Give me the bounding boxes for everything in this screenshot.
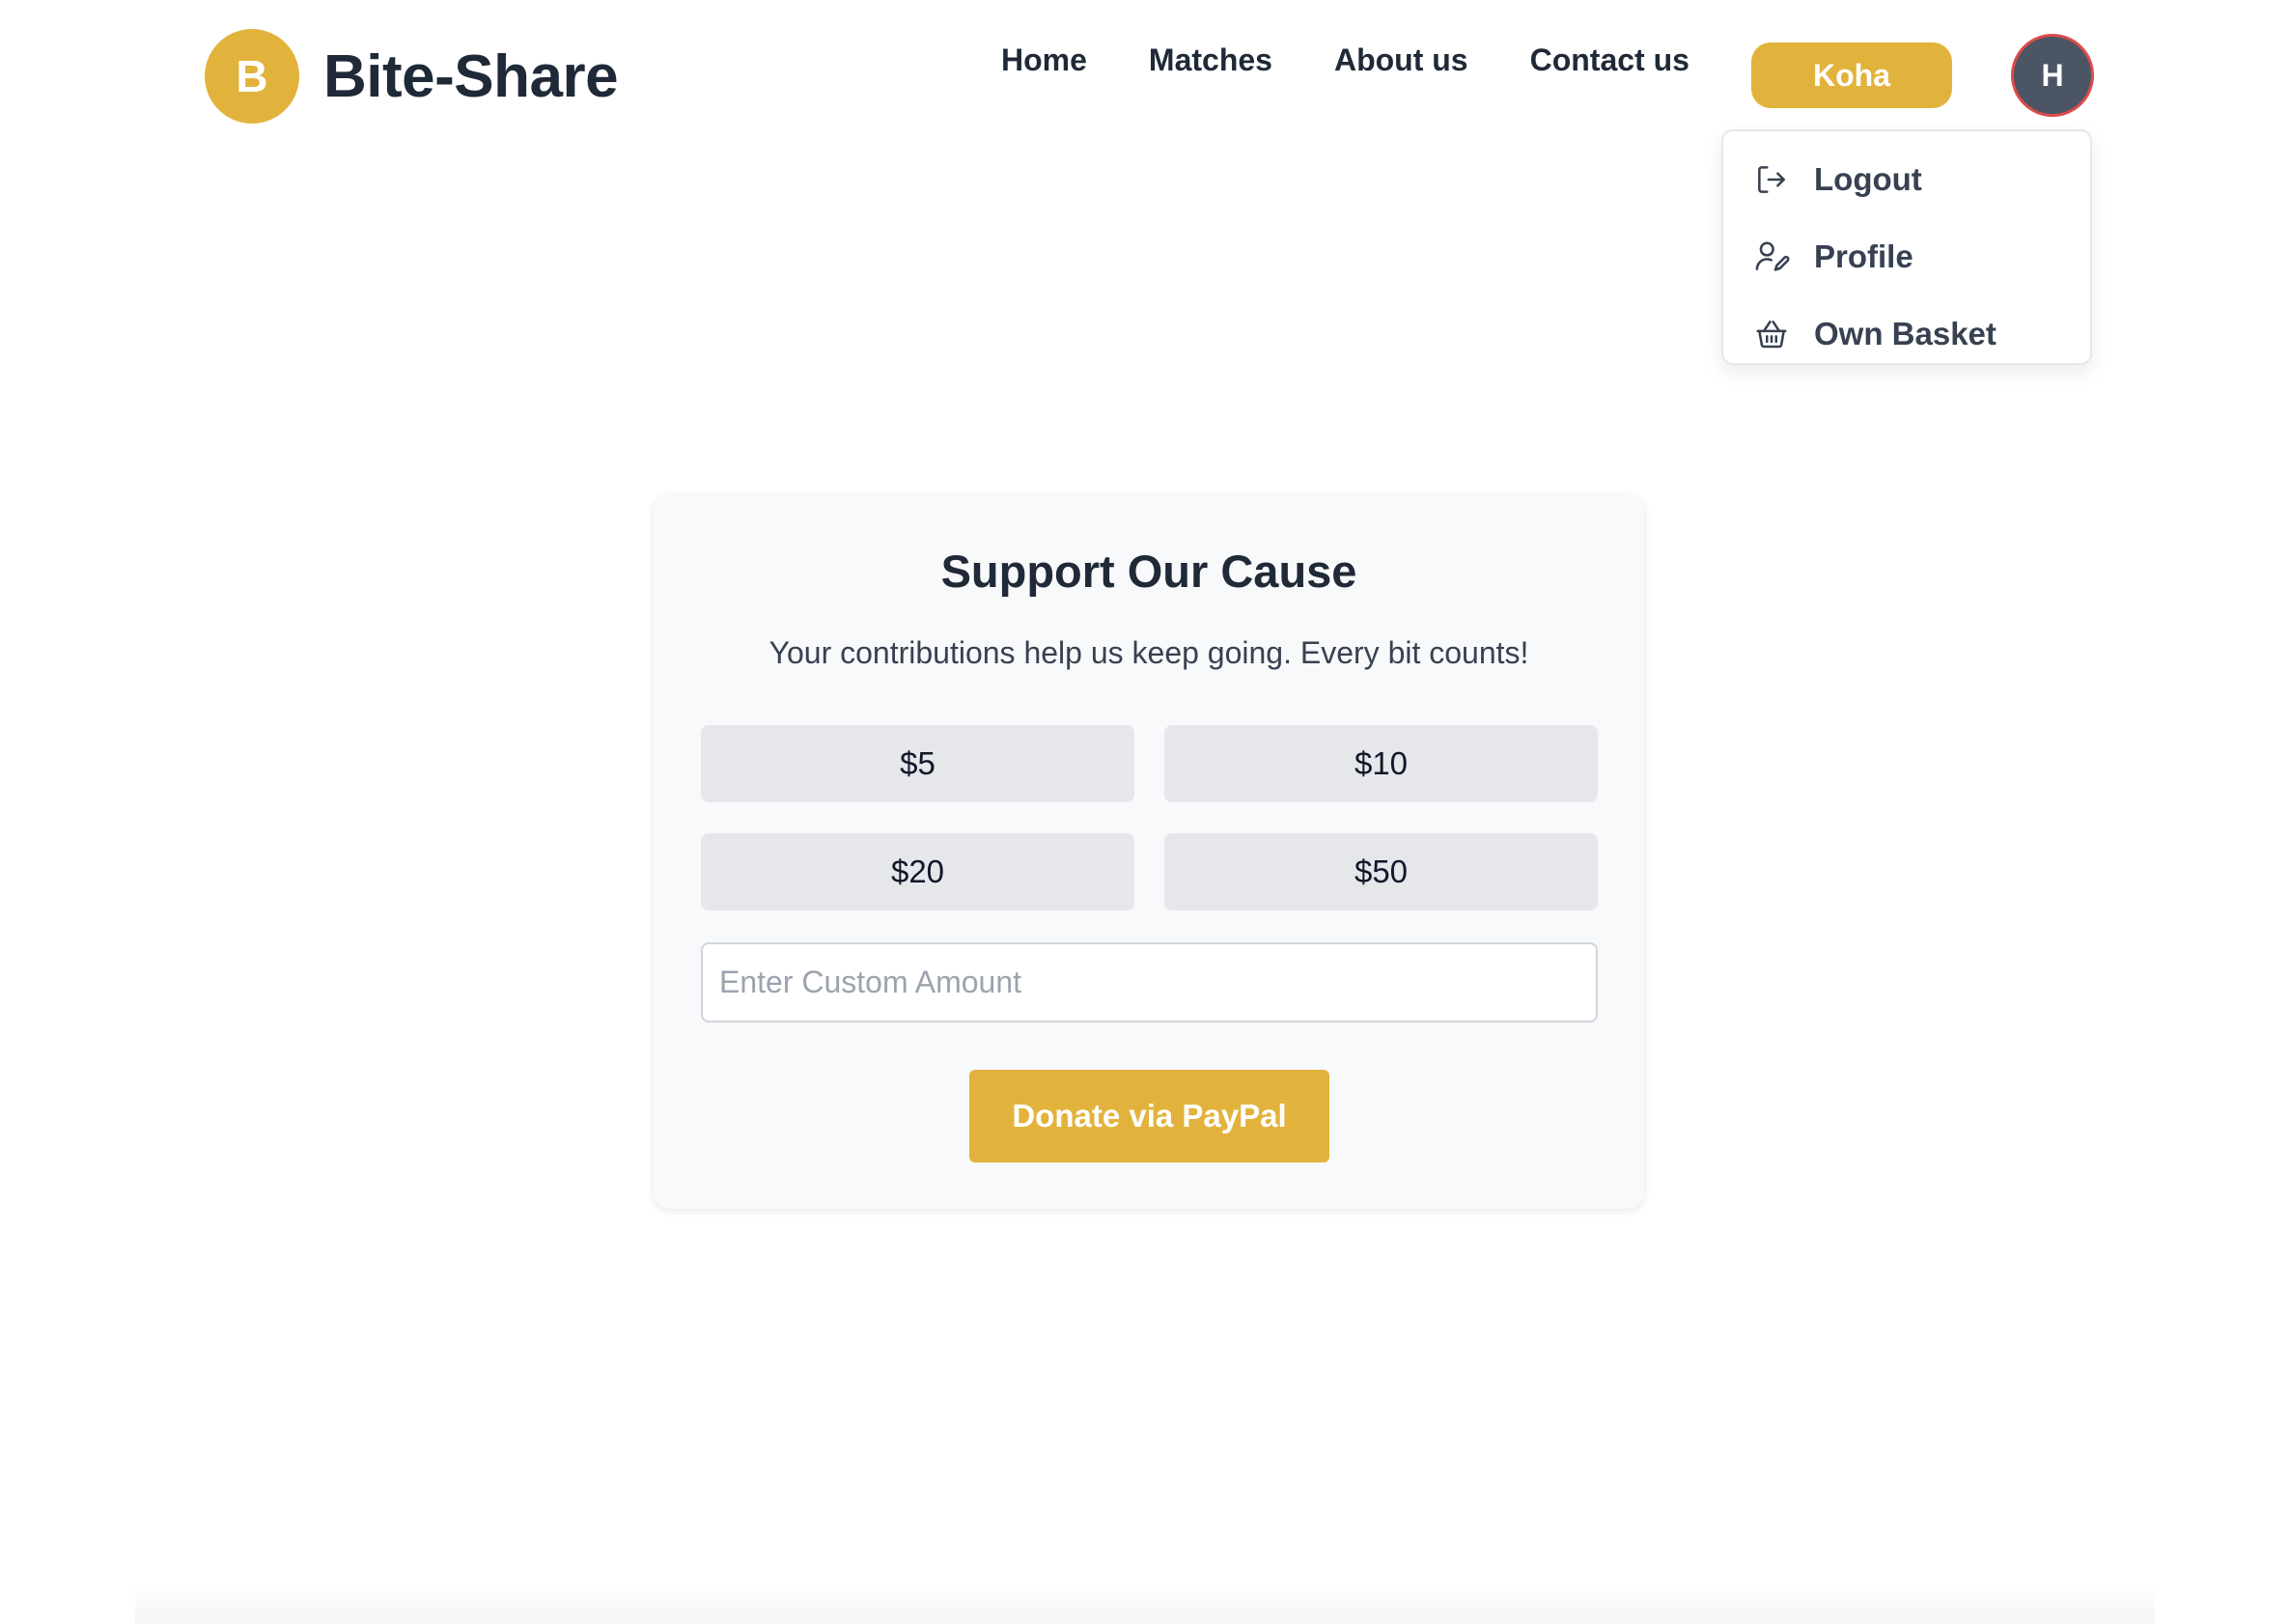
brand-home-link[interactable]: B Bite-Share: [205, 29, 619, 124]
menu-item-own-basket[interactable]: Own Basket: [1723, 295, 2090, 373]
main-nav: Home Matches About us Contact us: [1001, 42, 1690, 78]
donation-card: Support Our Cause Your contributions hel…: [654, 494, 1644, 1209]
amount-20-button[interactable]: $20: [701, 833, 1134, 910]
logout-icon: [1752, 160, 1791, 199]
footer-edge: [135, 1583, 2155, 1624]
donation-subtitle: Your contributions help us keep going. E…: [768, 635, 1529, 670]
nav-link-matches[interactable]: Matches: [1149, 42, 1272, 78]
menu-item-own-basket-label: Own Basket: [1814, 316, 1997, 351]
user-avatar-button[interactable]: H: [2011, 34, 2094, 117]
menu-item-logout[interactable]: Logout: [1723, 141, 2090, 218]
nav-link-home[interactable]: Home: [1001, 42, 1087, 78]
avatar-letter: H: [2041, 57, 2064, 93]
menu-item-profile[interactable]: Profile: [1723, 218, 2090, 295]
brand-name: Bite-Share: [323, 42, 619, 110]
donation-title: Support Our Cause: [940, 546, 1357, 597]
amount-10-button[interactable]: $10: [1164, 725, 1598, 802]
brand-logo-letter: B: [236, 51, 268, 101]
menu-item-logout-label: Logout: [1814, 161, 1922, 197]
basket-icon: [1752, 315, 1791, 353]
amount-50-button[interactable]: $50: [1164, 833, 1598, 910]
user-dropdown-menu: Logout Profile Own Basket: [1721, 129, 2092, 365]
nav-link-about-us[interactable]: About us: [1334, 42, 1468, 78]
menu-item-profile-label: Profile: [1814, 238, 1913, 274]
amount-5-button[interactable]: $5: [701, 725, 1134, 802]
donate-paypal-button[interactable]: Donate via PayPal: [969, 1070, 1329, 1162]
custom-amount-input[interactable]: [701, 942, 1598, 1022]
koha-button[interactable]: Koha: [1751, 42, 1952, 108]
nav-link-contact-us[interactable]: Contact us: [1530, 42, 1690, 78]
profile-edit-icon: [1752, 238, 1791, 276]
brand-logo: B: [205, 29, 299, 124]
